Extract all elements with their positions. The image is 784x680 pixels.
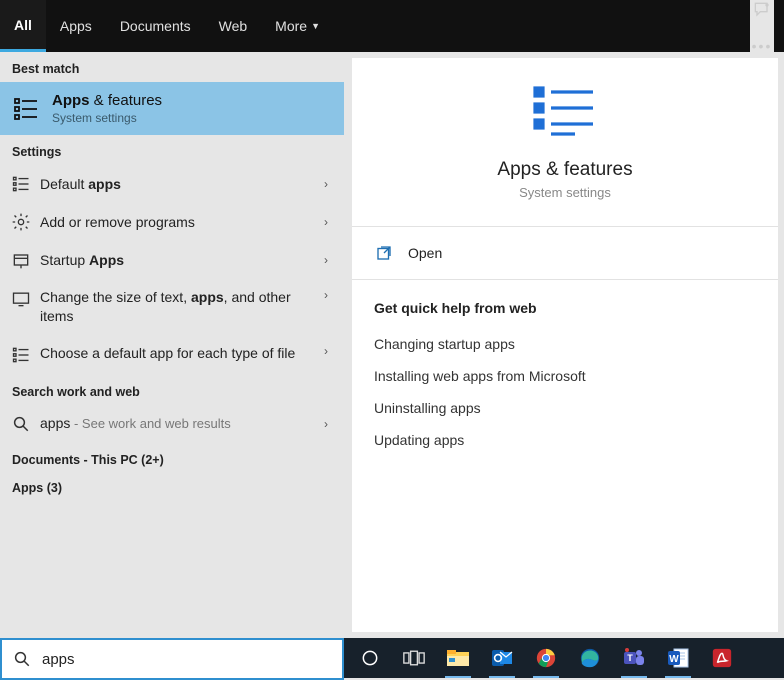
apps-features-icon: [10, 93, 42, 125]
taskbar-word[interactable]: W: [656, 638, 700, 678]
quick-link[interactable]: Uninstalling apps: [374, 392, 756, 424]
apps-features-large-icon: [531, 84, 599, 145]
chevron-right-icon: ›: [318, 177, 334, 191]
best-match-item[interactable]: Apps & features System settings: [0, 82, 344, 135]
list-settings-icon: [10, 173, 32, 195]
taskbar-taskview[interactable]: [392, 638, 436, 678]
taskbar-edge[interactable]: [568, 638, 612, 678]
display-icon: [10, 288, 32, 310]
tab-all[interactable]: All: [0, 0, 46, 52]
setting-label: Default apps: [40, 175, 318, 194]
chevron-right-icon: ›: [318, 215, 334, 229]
quick-help-heading: Get quick help from web: [374, 300, 756, 316]
chevron-right-icon: ›: [318, 288, 334, 302]
setting-change-text-size[interactable]: Change the size of text, apps, and other…: [0, 279, 344, 335]
search-scope-tabs: All Apps Documents Web More ▼ •••: [0, 0, 784, 52]
divider: [352, 279, 778, 280]
open-icon: [374, 243, 394, 263]
setting-label: Startup Apps: [40, 251, 318, 270]
best-match-heading: Best match: [0, 52, 344, 82]
startup-icon: [10, 249, 32, 271]
quick-link[interactable]: Updating apps: [374, 424, 756, 456]
taskbar-cortana[interactable]: [348, 638, 392, 678]
chevron-right-icon: ›: [318, 253, 334, 267]
taskbar-chrome[interactable]: [524, 638, 568, 678]
setting-startup-apps[interactable]: Startup Apps ›: [0, 241, 344, 279]
tab-more[interactable]: More ▼: [261, 0, 334, 52]
quick-link[interactable]: Changing startup apps: [374, 328, 756, 360]
taskbar-acrobat[interactable]: [700, 638, 744, 678]
setting-label: Change the size of text, apps, and other…: [40, 288, 318, 326]
setting-choose-default-per-filetype[interactable]: Choose a default app for each type of fi…: [0, 335, 344, 375]
open-action[interactable]: Open: [374, 227, 756, 279]
best-match-title: Apps & features: [52, 92, 162, 109]
tab-apps[interactable]: Apps: [46, 0, 106, 52]
feedback-icon[interactable]: [750, 0, 774, 20]
search-web-text: apps - See work and web results: [40, 414, 318, 433]
setting-label: Add or remove programs: [40, 213, 318, 232]
search-icon: [12, 649, 32, 669]
setting-add-remove-programs[interactable]: Add or remove programs ›: [0, 203, 344, 241]
svg-text:T: T: [627, 653, 633, 663]
detail-subtitle: System settings: [374, 185, 756, 200]
best-match-subtitle: System settings: [52, 111, 162, 125]
settings-heading: Settings: [0, 135, 344, 165]
taskbar: T W: [344, 638, 784, 678]
search-web-heading: Search work and web: [0, 375, 344, 405]
results-list: Best match Apps & features System settin…: [0, 52, 344, 638]
taskbar-outlook[interactable]: [480, 638, 524, 678]
chevron-right-icon: ›: [318, 344, 334, 358]
tab-web[interactable]: Web: [205, 0, 262, 52]
open-label: Open: [408, 245, 442, 261]
chevron-right-icon: ›: [318, 417, 334, 431]
detail-panel: Apps & features System settings Open Get…: [352, 58, 778, 632]
apps-group[interactable]: Apps (3): [0, 471, 344, 499]
search-icon: [10, 413, 32, 435]
svg-text:W: W: [669, 654, 679, 665]
search-input[interactable]: [42, 651, 332, 668]
tab-more-label: More: [275, 18, 307, 34]
search-web-item[interactable]: apps - See work and web results ›: [0, 405, 344, 443]
taskbar-file-explorer[interactable]: [436, 638, 480, 678]
documents-group[interactable]: Documents - This PC (2+): [0, 443, 344, 471]
detail-title: Apps & features: [374, 159, 756, 181]
quick-link[interactable]: Installing web apps from Microsoft: [374, 360, 756, 392]
gear-icon: [10, 211, 32, 233]
setting-label: Choose a default app for each type of fi…: [40, 344, 318, 363]
chevron-down-icon: ▼: [311, 21, 320, 31]
setting-default-apps[interactable]: Default apps ›: [0, 165, 344, 203]
options-icon[interactable]: •••: [750, 38, 774, 54]
tab-documents[interactable]: Documents: [106, 0, 205, 52]
taskbar-teams[interactable]: T: [612, 638, 656, 678]
list-settings-icon: [10, 344, 32, 366]
search-box[interactable]: [0, 638, 344, 680]
